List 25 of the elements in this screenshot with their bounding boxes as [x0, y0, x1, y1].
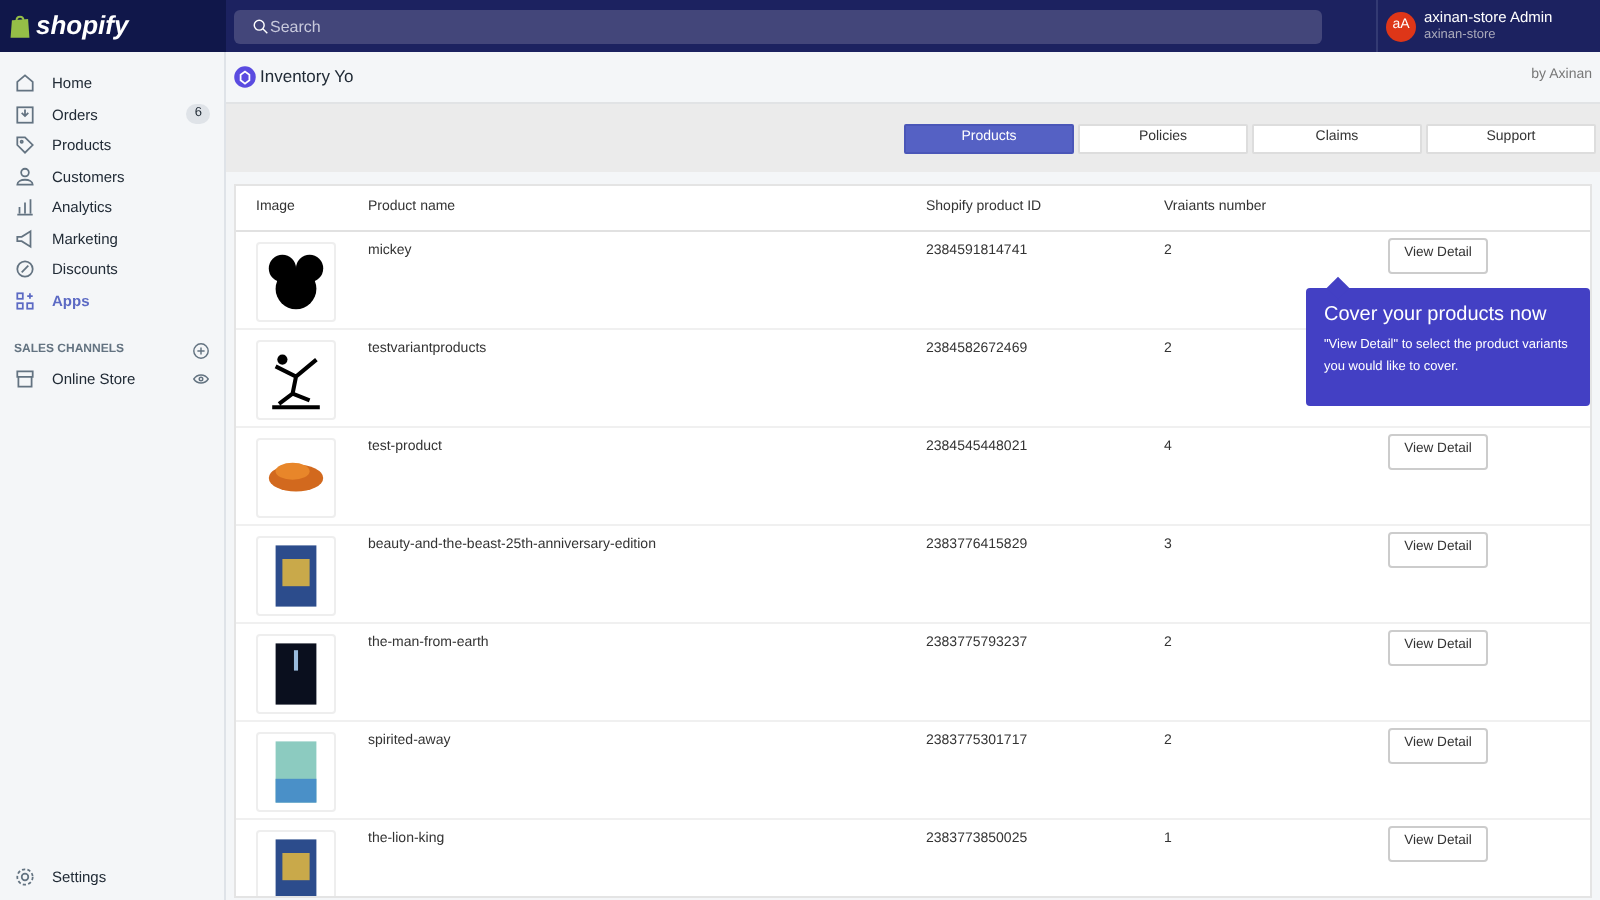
megaphone-icon [14, 227, 36, 250]
photo-placeholder [256, 535, 336, 615]
add-icon[interactable] [192, 341, 210, 359]
store-icon [14, 368, 36, 391]
photo-placeholder [256, 241, 336, 321]
discount-icon [14, 258, 36, 281]
photo-placeholder [256, 339, 336, 419]
gear-icon [14, 865, 36, 888]
person-icon [14, 165, 36, 188]
photo-placeholder [256, 731, 336, 811]
home-icon [14, 72, 36, 95]
bag-logo-icon [8, 12, 32, 40]
inbox-icon [14, 103, 36, 126]
eye-icon [192, 370, 210, 389]
cube-logo-icon [234, 66, 256, 88]
photo-placeholder [256, 437, 336, 517]
tooltip-title: Cover your products now [1324, 304, 1549, 328]
photo-placeholder [256, 633, 336, 713]
search-icon [252, 18, 270, 36]
tag-icon [14, 134, 36, 157]
apps-icon [14, 289, 36, 312]
search-field[interactable]: Search [234, 9, 1322, 43]
bar-chart-icon [14, 196, 36, 219]
app-title: Inventory Yo [260, 64, 354, 90]
brand-logo-text: shopify [36, 8, 129, 45]
